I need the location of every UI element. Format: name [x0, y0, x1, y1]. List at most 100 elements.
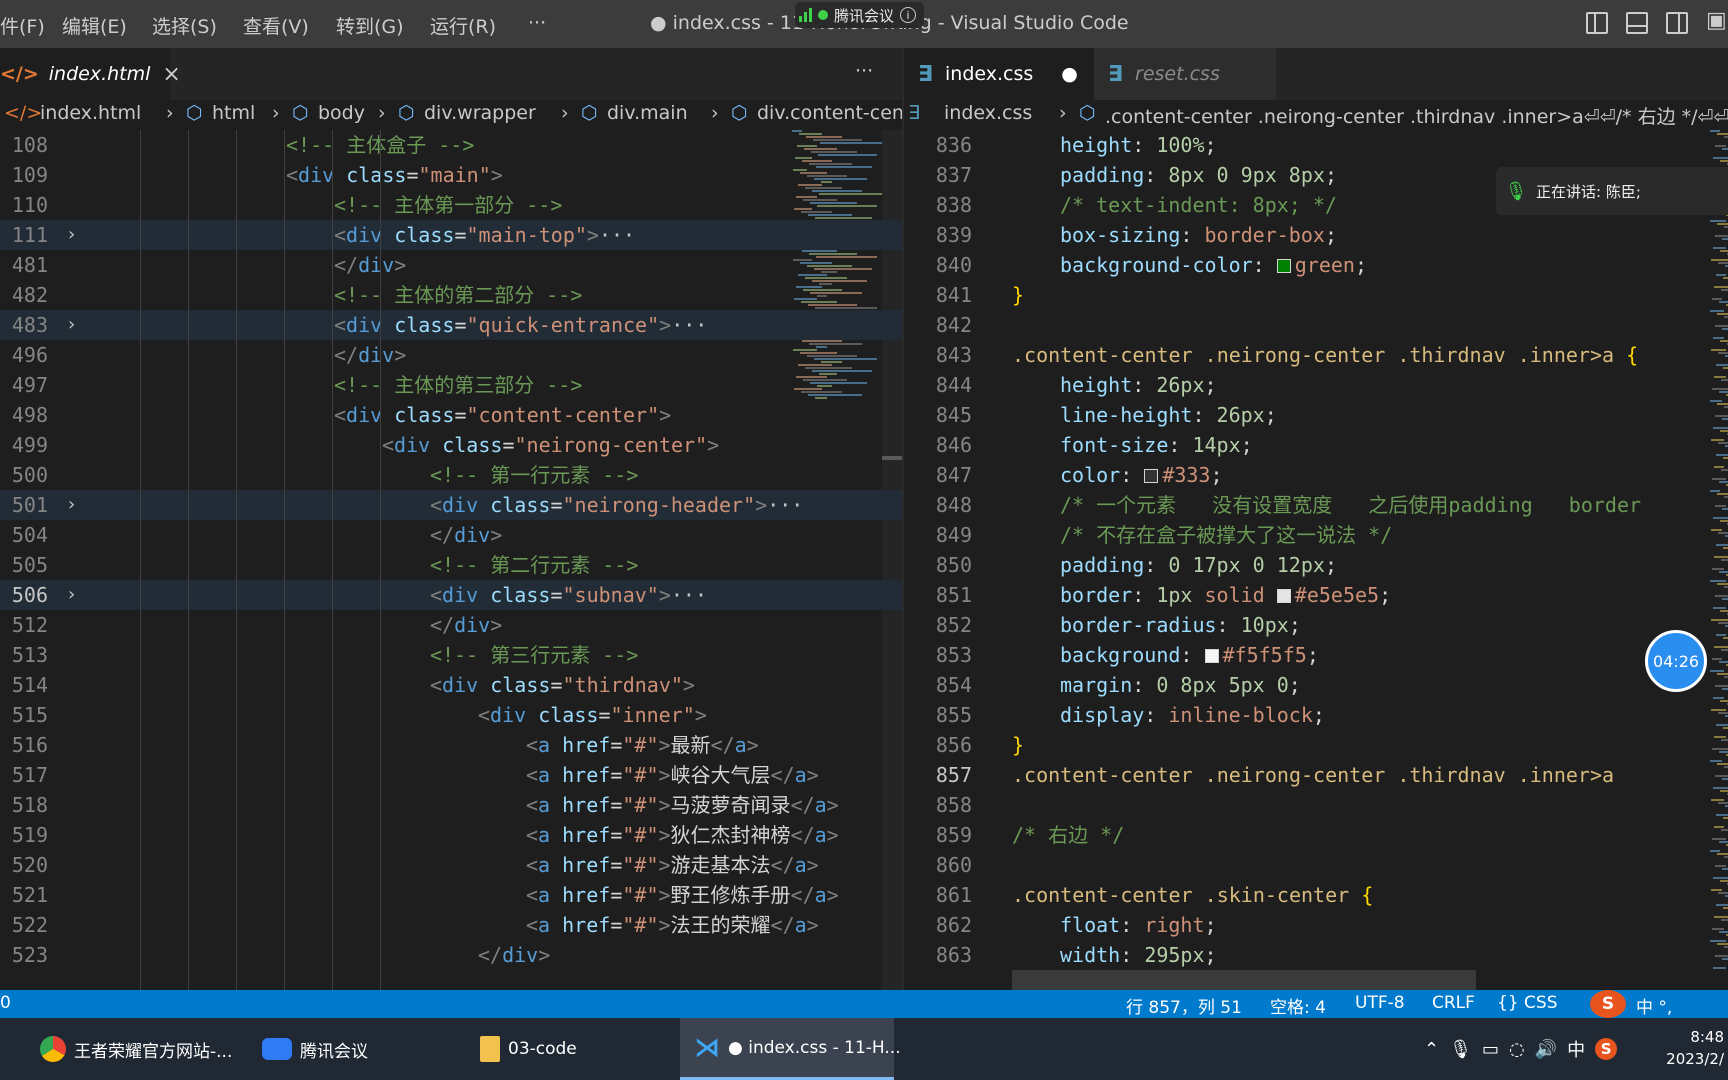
code-line[interactable]: 109 <div class="main">: [0, 160, 902, 190]
code-line[interactable]: 847 color: #333;: [904, 460, 1728, 490]
menu-selection[interactable]: 选择(S): [152, 12, 217, 39]
tab-index-css[interactable]: ∃ index.css ●: [904, 48, 1094, 100]
code-line[interactable]: 854 margin: 0 8px 5px 0;: [904, 670, 1728, 700]
folded-ellipsis[interactable]: ···: [671, 583, 707, 607]
code-line[interactable]: 851 border: 1px solid #e5e5e5;: [904, 580, 1728, 610]
task-tencent-meeting[interactable]: 腾讯会议: [262, 1018, 442, 1080]
code-line[interactable]: 840 background-color: green;: [904, 250, 1728, 280]
code-line[interactable]: 518 <a href="#">马菠萝奇闻录</a>: [0, 790, 902, 820]
code-line[interactable]: 857 .content-center .neirong-center .thir…: [904, 760, 1728, 790]
volume-icon[interactable]: 🔊: [1535, 1039, 1557, 1060]
code-line[interactable]: 521 <a href="#">野王修炼手册</a>: [0, 880, 902, 910]
code-line[interactable]: 501 › <div class="neirong-header">···: [0, 490, 902, 520]
clock[interactable]: 8:48 2023/2/: [1666, 1026, 1724, 1070]
encoding[interactable]: UTF-8: [1355, 993, 1405, 1013]
code-line[interactable]: 500 <!-- 第一行元素 -->: [0, 460, 902, 490]
fold-chevron-icon[interactable]: ›: [66, 310, 77, 340]
code-line[interactable]: 523 </div>: [0, 940, 902, 970]
code-line[interactable]: 852 border-radius: 10px;: [904, 610, 1728, 640]
code-line[interactable]: 482 <!-- 主体的第二部分 -->: [0, 280, 902, 310]
code-line[interactable]: 514 <div class="thirdnav">: [0, 670, 902, 700]
microphone-icon[interactable]: 🎙: [1449, 1039, 1472, 1060]
breadcrumb-item[interactable]: div.wrapper: [424, 102, 536, 124]
code-line[interactable]: 843 .content-center .neirong-center .thir…: [904, 340, 1728, 370]
toggle-secondary-sidebar-icon[interactable]: [1666, 12, 1688, 34]
more-actions-button[interactable]: ···: [855, 60, 873, 82]
toggle-panel-icon[interactable]: [1626, 12, 1648, 34]
code-line[interactable]: 844 height: 26px;: [904, 370, 1728, 400]
folded-ellipsis[interactable]: ···: [767, 493, 803, 517]
language-mode[interactable]: {} CSS: [1497, 993, 1558, 1013]
breadcrumb-item[interactable]: div.content-center: [757, 102, 902, 124]
code-line[interactable]: 517 <a href="#">峡谷大气层</a>: [0, 760, 902, 790]
horizontal-scrollbar[interactable]: [1012, 970, 1476, 990]
code-line[interactable]: 845 line-height: 26px;: [904, 400, 1728, 430]
fold-chevron-icon[interactable]: ›: [66, 580, 77, 610]
menu-view[interactable]: 查看(V): [243, 12, 309, 39]
code-line[interactable]: 498 <div class="content-center">: [0, 400, 902, 430]
code-line[interactable]: 496 </div>: [0, 340, 902, 370]
code-line[interactable]: 842: [904, 310, 1728, 340]
menu-edit[interactable]: 编辑(E): [62, 12, 127, 39]
code-line[interactable]: 849 /* 不存在盒子被撑大了这一说法 */: [904, 520, 1728, 550]
code-line[interactable]: 519 <a href="#">狄仁杰封神榜</a>: [0, 820, 902, 850]
code-line[interactable]: 499 <div class="neirong-center">: [0, 430, 902, 460]
folded-ellipsis[interactable]: ···: [671, 313, 707, 337]
code-line[interactable]: 522 <a href="#">法王的荣耀</a>: [0, 910, 902, 940]
code-line[interactable]: 836 height: 100%;: [904, 130, 1728, 160]
code-line[interactable]: 515 <div class="inner">: [0, 700, 902, 730]
status-problems[interactable]: 0: [0, 993, 11, 1013]
indentation[interactable]: 空格: 4: [1270, 993, 1326, 1018]
breadcrumb-item[interactable]: div.main: [607, 102, 688, 124]
code-line[interactable]: 846 font-size: 14px;: [904, 430, 1728, 460]
code-line[interactable]: 855 display: inline-block;: [904, 700, 1728, 730]
sogou-ime-icon[interactable]: S: [1590, 990, 1626, 1018]
code-line[interactable]: 108 <!-- 主体盒子 -->: [0, 130, 902, 160]
code-line[interactable]: 512 </div>: [0, 610, 902, 640]
chevron-up-icon[interactable]: ⌃: [1424, 1039, 1439, 1060]
breadcrumb-item[interactable]: body: [318, 102, 365, 124]
code-line[interactable]: 483 › <div class="quick-entrance">···: [0, 310, 902, 340]
meeting-indicator[interactable]: 腾讯会议 i: [795, 2, 925, 28]
breadcrumb-item[interactable]: index.css: [944, 102, 1032, 124]
code-line[interactable]: 497 <!-- 主体的第三部分 -->: [0, 370, 902, 400]
battery-icon[interactable]: ▭: [1482, 1039, 1499, 1060]
menu-more[interactable]: ···: [528, 12, 546, 34]
code-line[interactable]: 860: [904, 850, 1728, 880]
code-line[interactable]: 856}: [904, 730, 1728, 760]
code-line[interactable]: 848 /* 一个元素 没有设置宽度 之后使用padding border: [904, 490, 1728, 520]
code-line[interactable]: 513 <!-- 第三行元素 -->: [0, 640, 902, 670]
breadcrumb-item[interactable]: index.html: [40, 102, 141, 124]
line-ending[interactable]: CRLF: [1432, 993, 1475, 1013]
code-line[interactable]: 853 background: #f5f5f5;: [904, 640, 1728, 670]
ime-status[interactable]: 中 °,: [1636, 993, 1672, 1018]
breadcrumb-item[interactable]: .content-center .neirong-center .thirdna…: [1105, 102, 1728, 129]
sogou-tray-icon[interactable]: S: [1595, 1038, 1618, 1060]
task-chrome[interactable]: 王者荣耀官方网站-...: [40, 1018, 240, 1080]
fold-chevron-icon[interactable]: ›: [66, 490, 77, 520]
code-line[interactable]: 516 <a href="#">最新</a>: [0, 730, 902, 760]
code-line[interactable]: 520 <a href="#">游走基本法</a>: [0, 850, 902, 880]
task-folder[interactable]: 03-code: [480, 1018, 660, 1080]
breadcrumb-item[interactable]: html: [212, 102, 255, 124]
close-icon[interactable]: ×: [162, 62, 180, 87]
code-line[interactable]: 481 </div>: [0, 250, 902, 280]
code-line[interactable]: 861 .content-center .skin-center {: [904, 880, 1728, 910]
code-line[interactable]: 504 </div>: [0, 520, 902, 550]
color-swatch[interactable]: [1204, 649, 1219, 663]
code-line[interactable]: 862 float: right;: [904, 910, 1728, 940]
code-line[interactable]: 839 box-sizing: border-box;: [904, 220, 1728, 250]
code-line[interactable]: 505 <!-- 第二行元素 -->: [0, 550, 902, 580]
menu-run[interactable]: 运行(R): [430, 12, 496, 39]
folded-ellipsis[interactable]: ···: [599, 223, 635, 247]
task-vscode[interactable]: ⋊ ● index.css - 11-H...: [680, 1018, 901, 1080]
code-line[interactable]: 506 › <div class="subnav">···: [0, 580, 902, 610]
unsaved-indicator[interactable]: ●: [1061, 63, 1078, 85]
info-icon[interactable]: i: [900, 7, 917, 23]
tab-reset-css[interactable]: ∃ reset.css: [1094, 48, 1276, 100]
code-line[interactable]: 863 width: 295px;: [904, 940, 1728, 970]
cursor-position[interactable]: 行 857，列 51: [1126, 993, 1242, 1018]
tab-index-html[interactable]: </> index.html ×: [0, 48, 181, 100]
toggle-primary-sidebar-icon[interactable]: [1586, 12, 1608, 34]
menu-file[interactable]: 件(F): [0, 12, 45, 39]
